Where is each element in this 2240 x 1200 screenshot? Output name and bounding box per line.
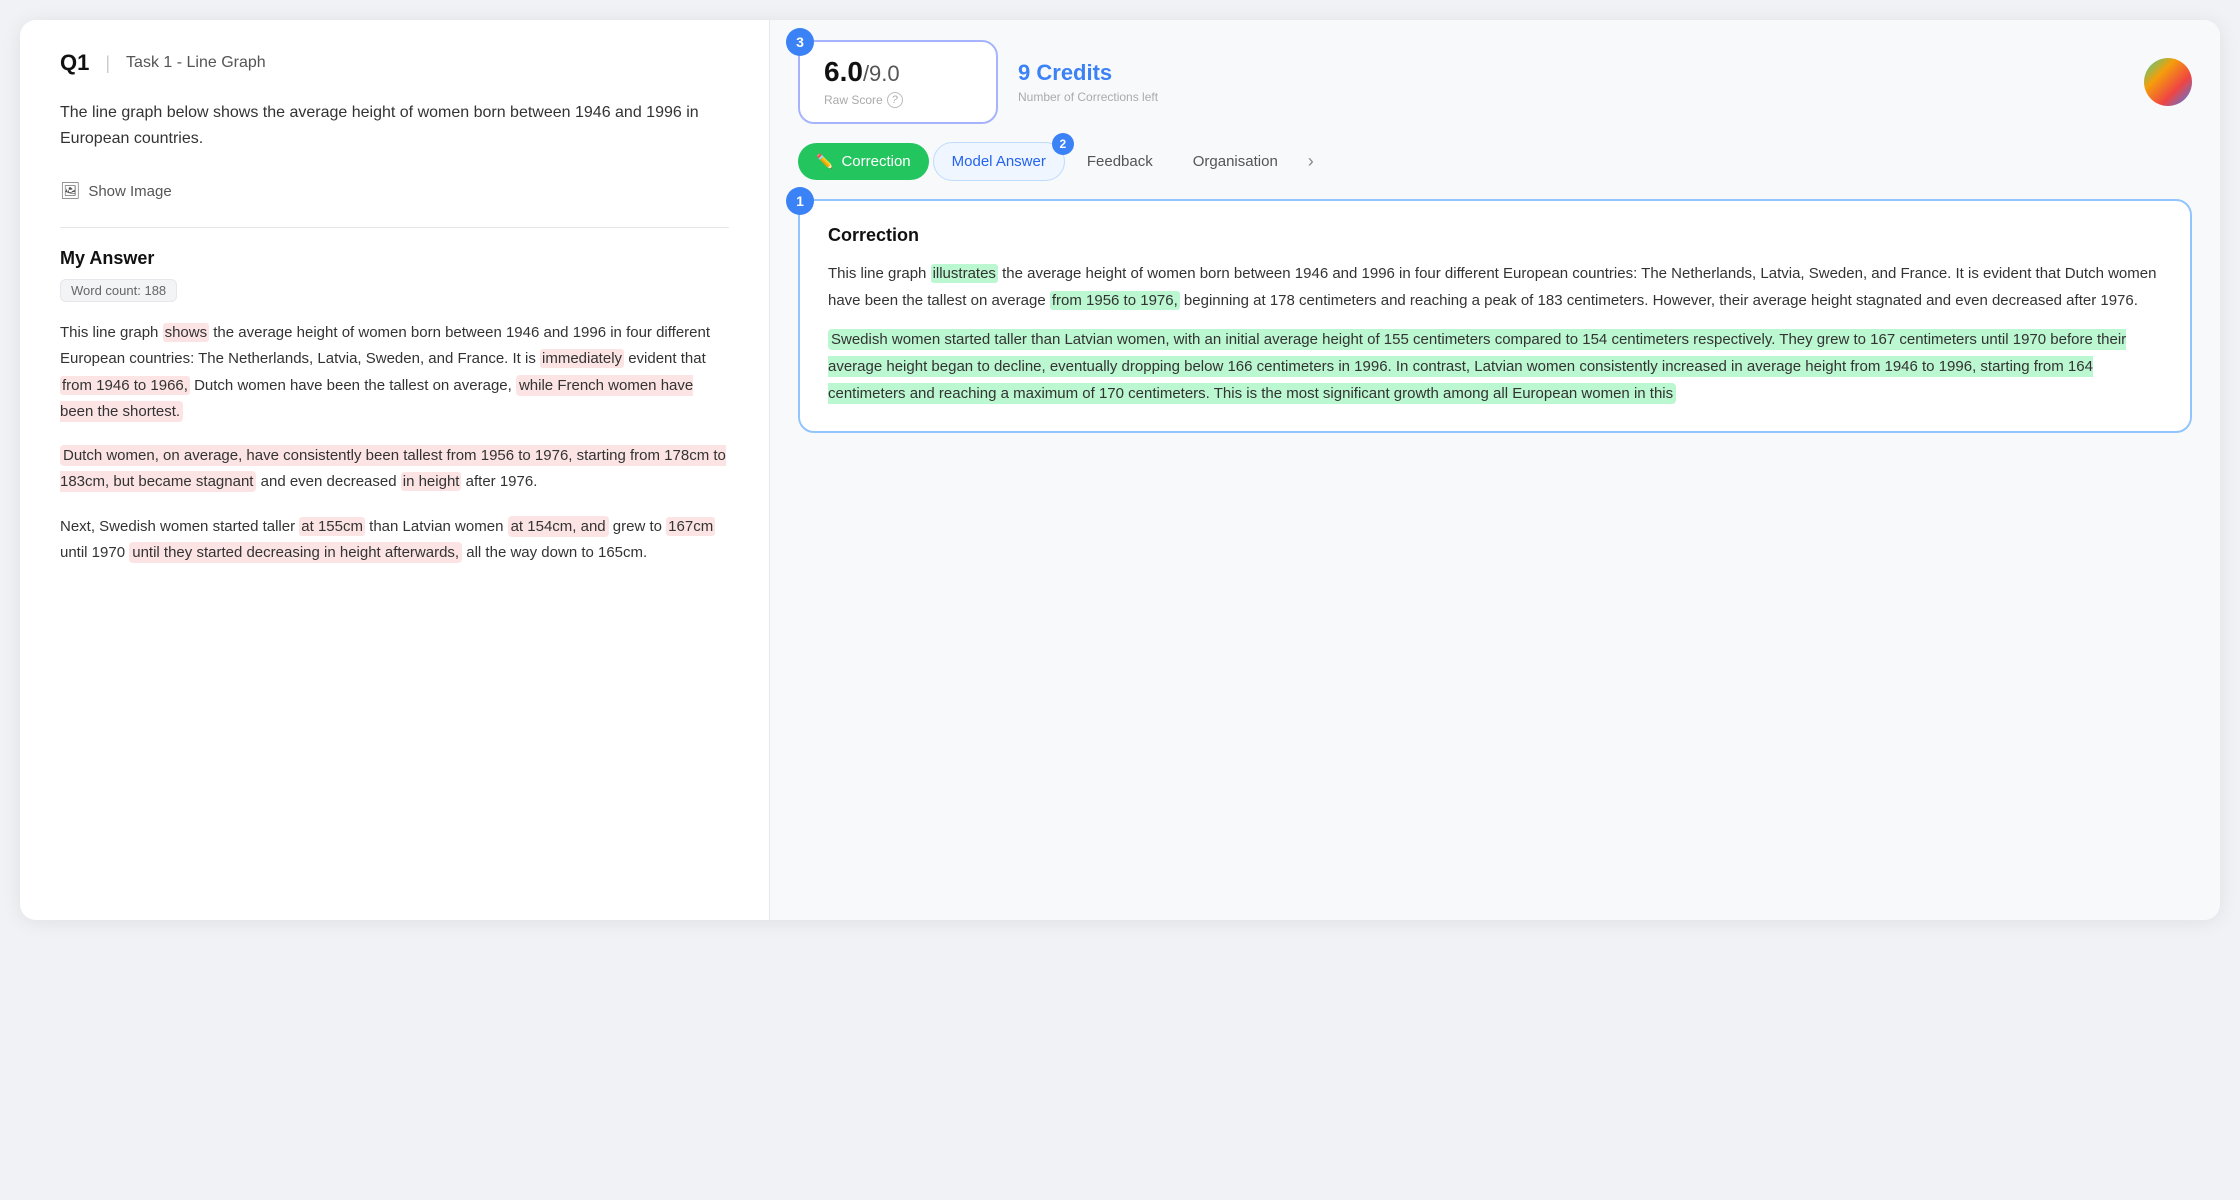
- correction-paragraph-2: Swedish women started taller than Latvia…: [828, 326, 2162, 407]
- left-panel: Q1 | Task 1 - Line Graph The line graph …: [20, 20, 770, 920]
- text-span: after 1976.: [461, 473, 537, 490]
- text-span: until 1970: [60, 544, 129, 561]
- correction-title: Correction: [828, 225, 2162, 246]
- correction-text: This line graph illustrates the average …: [828, 260, 2162, 407]
- credits-section: 9 Credits Number of Corrections left: [1018, 60, 1158, 104]
- tab-feedback[interactable]: Feedback: [1069, 143, 1171, 180]
- tab-organisation[interactable]: Organisation: [1175, 143, 1296, 180]
- text-span: This line graph: [60, 324, 163, 341]
- highlight-154cm: at 154cm, and: [508, 516, 609, 537]
- tab-model-answer-label: Model Answer: [952, 153, 1046, 170]
- tab-badge-model-answer: 2: [1052, 133, 1074, 155]
- raw-score-label: Raw Score ?: [824, 92, 972, 108]
- text-span: evident that: [624, 350, 706, 367]
- score-card: 3 6.0/9.0 Raw Score ?: [798, 40, 998, 124]
- tab-correction-label: Correction: [841, 153, 910, 170]
- score-badge: 3: [786, 28, 814, 56]
- show-image-label: Show Image: [88, 183, 171, 200]
- text-span: Dutch women have been the tallest on ave…: [190, 377, 516, 394]
- show-image-button[interactable]: 🖼 Show Image: [60, 175, 172, 207]
- credits-label: Credits: [1036, 60, 1112, 85]
- question-text: The line graph below shows the average h…: [60, 100, 729, 151]
- text-span: This line graph: [828, 265, 931, 282]
- question-label: Q1: [60, 50, 89, 76]
- my-answer-title: My Answer: [60, 248, 729, 269]
- answer-paragraph-1: This line graph shows the average height…: [60, 320, 729, 425]
- avatar[interactable]: [2144, 58, 2192, 106]
- my-answer-section: My Answer Word count: 188 This line grap…: [60, 248, 729, 566]
- score-max: /9.0: [863, 61, 900, 86]
- app-container: Q1 | Task 1 - Line Graph The line graph …: [20, 20, 2220, 920]
- highlight-illustrates: illustrates: [931, 264, 998, 283]
- score-value: 6.0: [824, 56, 863, 87]
- corrections-left-label: Number of Corrections left: [1018, 90, 1158, 104]
- correction-box-badge: 1: [786, 187, 814, 215]
- text-span: grew to: [609, 518, 667, 535]
- answer-paragraph-3: Next, Swedish women started taller at 15…: [60, 514, 729, 567]
- score-row: 3 6.0/9.0 Raw Score ? 9 Credits Number o…: [798, 40, 2192, 124]
- highlight-in-height: in height: [401, 472, 462, 491]
- text-span: Next, Swedish women started taller: [60, 518, 299, 535]
- tabs-row: ✏️ Correction 2 Model Answer Feedback Or…: [798, 142, 2192, 181]
- help-icon[interactable]: ?: [887, 92, 903, 108]
- highlight-from-1956: from 1956 to 1976,: [1050, 291, 1180, 310]
- highlight-swedish-latvian: Swedish women started taller than Latvia…: [828, 329, 2126, 404]
- highlight-shows: shows: [163, 323, 210, 342]
- tab-model-answer[interactable]: 2 Model Answer: [933, 142, 1065, 181]
- correction-icon: ✏️: [816, 153, 833, 170]
- tab-feedback-label: Feedback: [1087, 153, 1153, 170]
- task-label: Task 1 - Line Graph: [126, 54, 266, 72]
- image-icon: 🖼: [60, 181, 80, 201]
- tab-organisation-label: Organisation: [1193, 153, 1278, 170]
- tab-correction[interactable]: ✏️ Correction: [798, 143, 929, 180]
- text-span: and even decreased: [256, 473, 400, 490]
- score-display: 6.0/9.0: [824, 56, 972, 88]
- correction-paragraph-1: This line graph illustrates the average …: [828, 260, 2162, 314]
- highlight-immediately: immediately: [540, 349, 624, 368]
- text-span: beginning at 178 centimeters and reachin…: [1180, 292, 2138, 309]
- correction-box: 1 Correction This line graph illustrates…: [798, 199, 2192, 433]
- question-header: Q1 | Task 1 - Line Graph: [60, 50, 729, 76]
- highlight-from-1946: from 1946 to 1966,: [60, 376, 190, 395]
- answer-paragraph-2: Dutch women, on average, have consistent…: [60, 443, 729, 496]
- highlight-decreasing: until they started decreasing in height …: [129, 542, 462, 563]
- right-panel: 3 6.0/9.0 Raw Score ? 9 Credits Number o…: [770, 20, 2220, 920]
- divider: [60, 227, 729, 228]
- word-count-badge: Word count: 188: [60, 279, 177, 302]
- credits-value: 9 Credits: [1018, 60, 1158, 86]
- highlight-167cm: 167cm: [666, 517, 715, 536]
- tabs-next-arrow[interactable]: ›: [1308, 151, 1314, 172]
- text-span: than Latvian women: [365, 518, 508, 535]
- question-divider: |: [105, 53, 110, 74]
- credits-number: 9: [1018, 60, 1030, 85]
- text-span: all the way down to 165cm.: [462, 544, 647, 561]
- highlight-155cm: at 155cm: [299, 517, 365, 536]
